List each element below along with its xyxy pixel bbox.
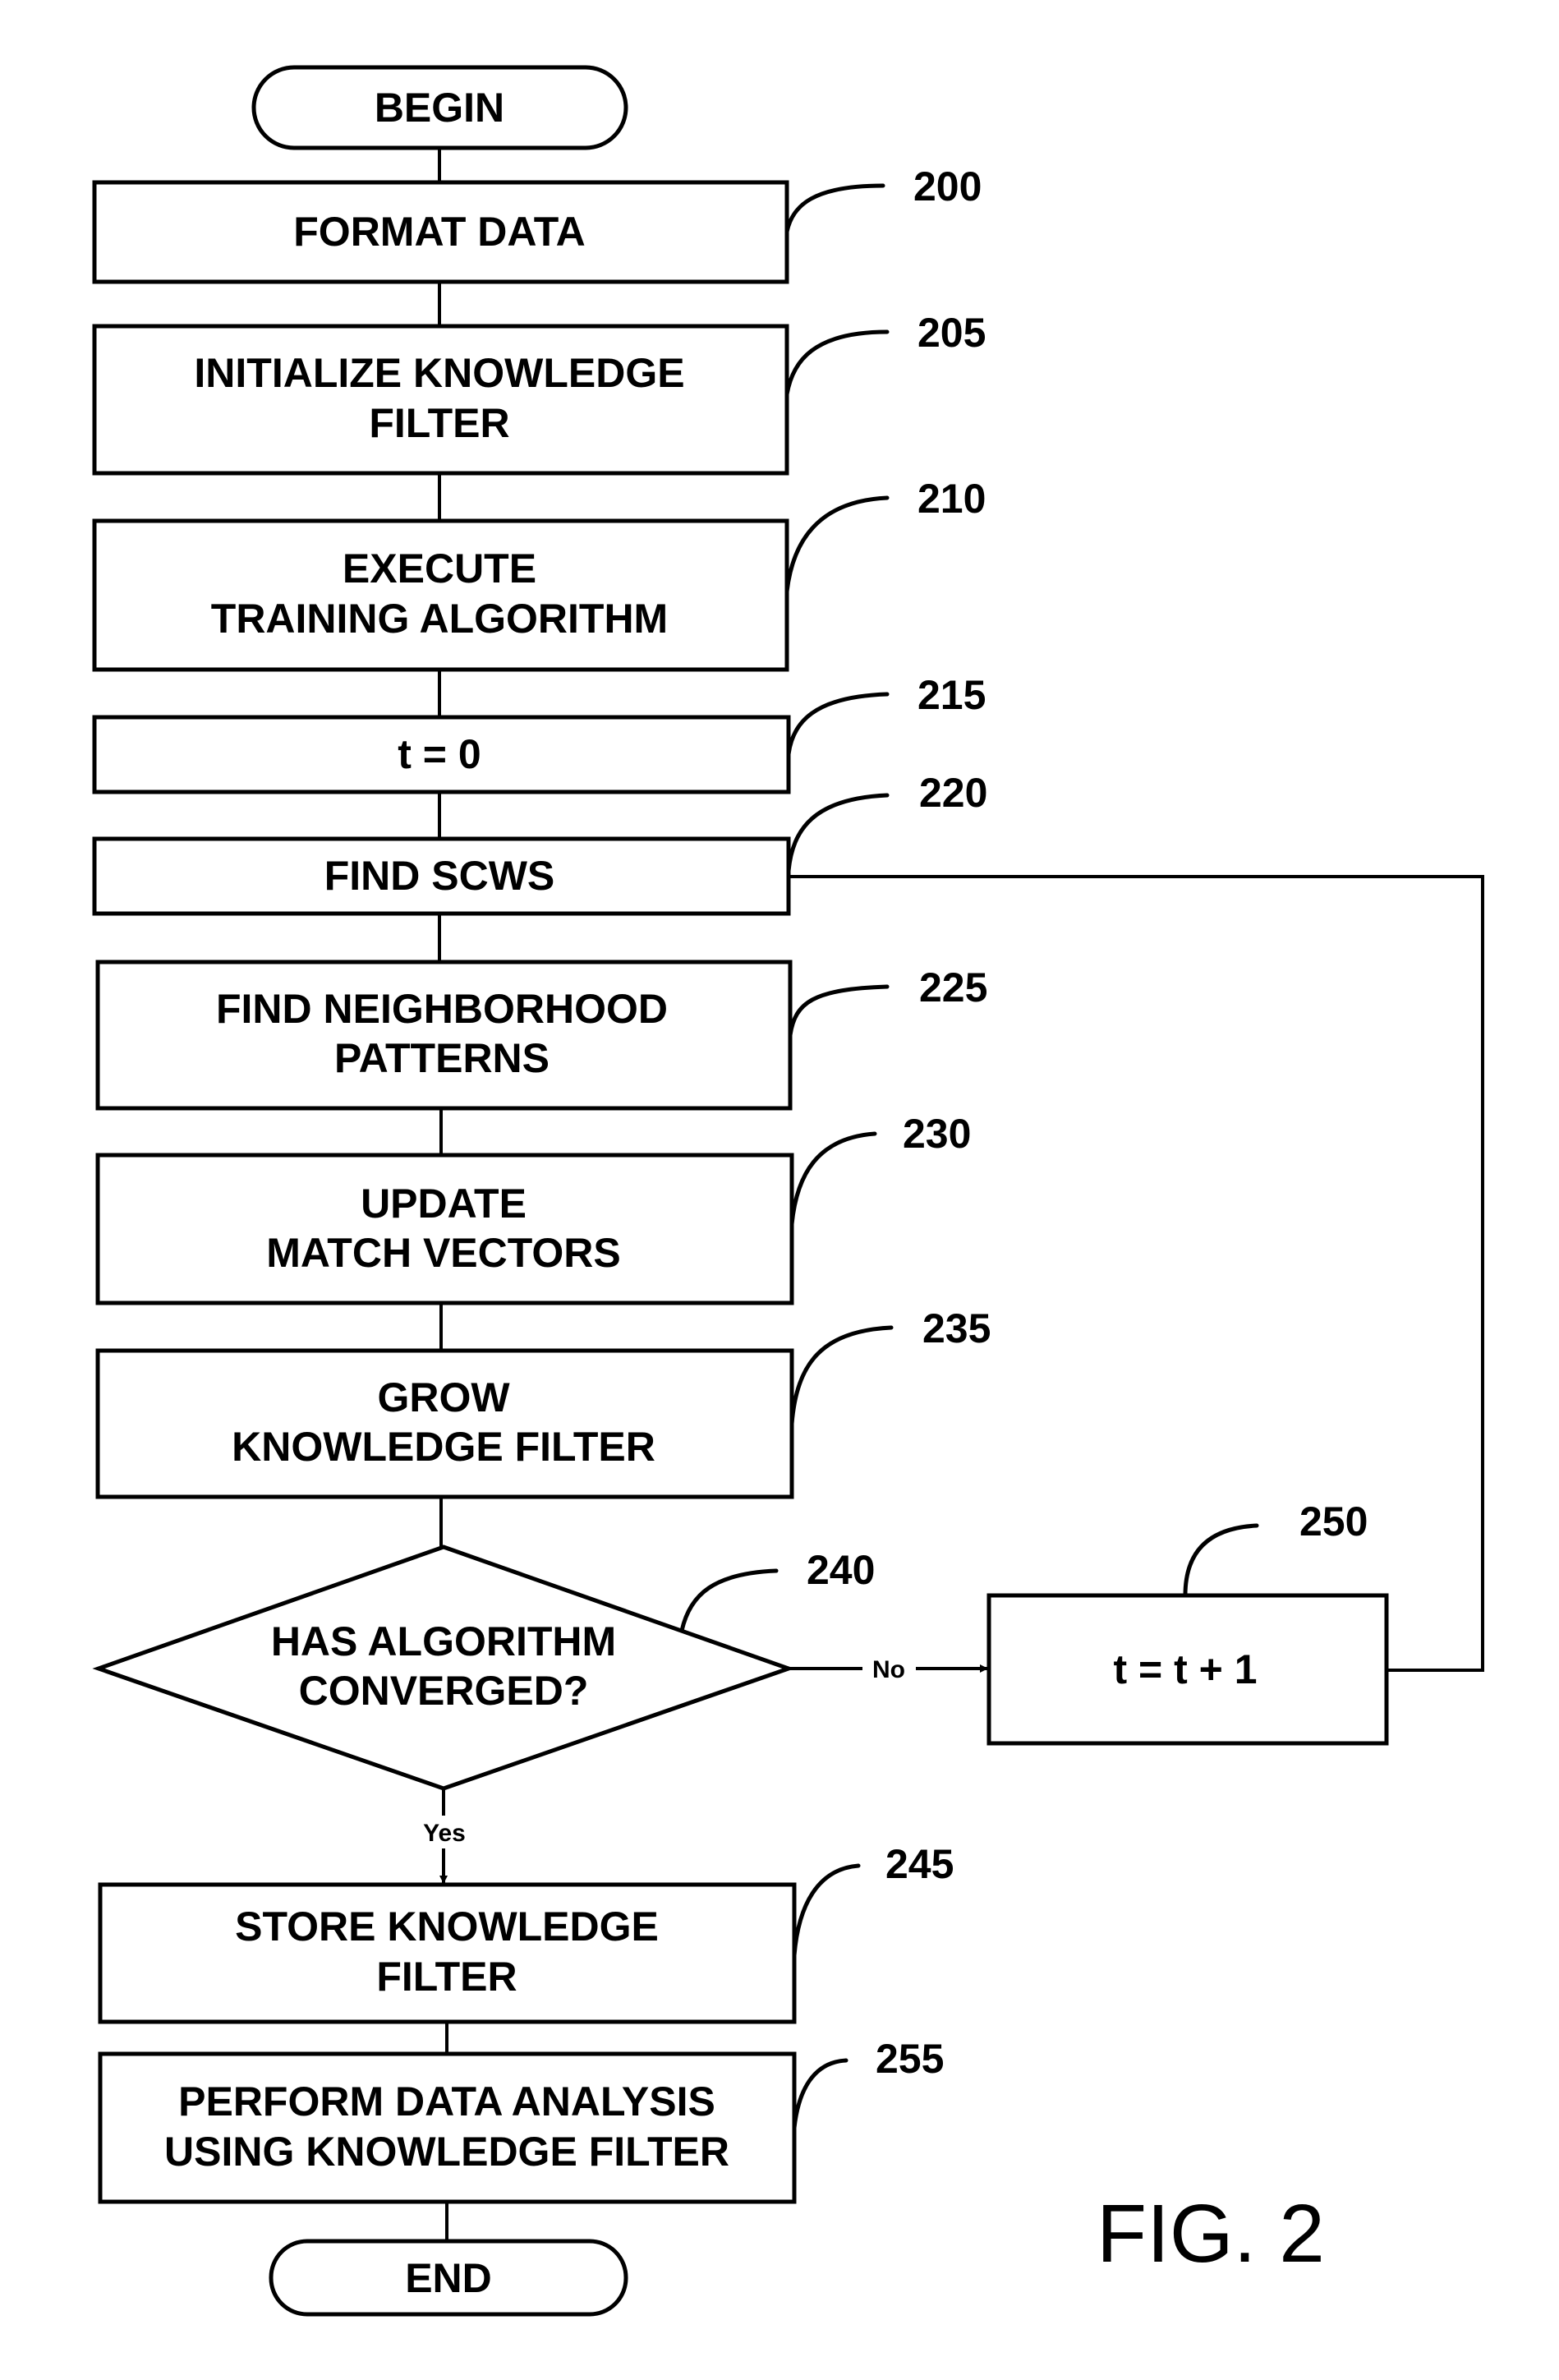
begin-terminal: BEGIN bbox=[251, 65, 628, 150]
begin-label: BEGIN bbox=[375, 85, 504, 131]
ref-255: 255 bbox=[876, 2036, 944, 2082]
process-205-line-1: INITIALIZE KNOWLEDGE bbox=[194, 350, 684, 396]
process-215-line-1: t = 0 bbox=[398, 731, 481, 777]
ref-205: 205 bbox=[917, 310, 986, 356]
process-230-line-2: MATCH VECTORS bbox=[266, 1230, 621, 1276]
leader-220 bbox=[786, 793, 890, 873]
leader-210 bbox=[784, 495, 890, 594]
process-210: EXECUTE TRAINING ALGORITHM bbox=[92, 518, 789, 672]
ref-245: 245 bbox=[885, 1841, 954, 1887]
process-245: STORE KNOWLEDGE FILTER bbox=[98, 1882, 797, 2024]
end-terminal: END bbox=[269, 2239, 628, 2317]
leader-240 bbox=[679, 1568, 779, 1633]
process-255-line-1: PERFORM DATA ANALYSIS bbox=[178, 2078, 715, 2125]
ref-225: 225 bbox=[919, 964, 987, 1010]
process-255-line-2: USING KNOWLEDGE FILTER bbox=[164, 2129, 729, 2175]
process-250: t = t + 1 bbox=[986, 1593, 1389, 1746]
leader-205 bbox=[784, 329, 890, 397]
process-235-line-2: KNOWLEDGE FILTER bbox=[232, 1424, 655, 1470]
ref-210: 210 bbox=[917, 476, 986, 522]
process-210-line-1: EXECUTE bbox=[343, 546, 536, 592]
decision-240-line-2: CONVERGED? bbox=[299, 1668, 589, 1714]
end-label: END bbox=[405, 2255, 492, 2301]
decision-240-line-1: HAS ALGORITHM bbox=[271, 1618, 616, 1664]
process-200-line-1: FORMAT DATA bbox=[293, 209, 585, 255]
process-215: t = 0 bbox=[92, 715, 791, 794]
process-245-line-1: STORE KNOWLEDGE bbox=[235, 1904, 659, 1950]
decision-240: HAS ALGORITHM CONVERGED? bbox=[92, 1544, 795, 1791]
process-245-line-2: FILTER bbox=[376, 1954, 517, 2000]
leader-255 bbox=[792, 2058, 848, 2130]
process-205-line-2: FILTER bbox=[369, 400, 509, 446]
ref-200: 200 bbox=[913, 163, 982, 209]
process-235: GROW KNOWLEDGE FILTER bbox=[95, 1348, 794, 1499]
edge-label-yes: Yes bbox=[423, 1820, 466, 1847]
ref-235: 235 bbox=[922, 1305, 991, 1351]
process-250-line-1: t = t + 1 bbox=[1113, 1646, 1257, 1692]
leader-200 bbox=[784, 183, 885, 234]
reference-numerals: 200 205 210 215 220 225 230 235 240 250 … bbox=[807, 163, 1368, 2082]
process-230-line-1: UPDATE bbox=[361, 1181, 527, 1227]
flowchart: BEGIN FORMAT DATA INITIALIZE KNOWLEDGE F… bbox=[92, 65, 1484, 2317]
process-210-line-2: TRAINING ALGORITHM bbox=[211, 596, 668, 642]
process-230: UPDATE MATCH VECTORS bbox=[95, 1153, 794, 1305]
process-205: INITIALIZE KNOWLEDGE FILTER bbox=[92, 324, 789, 476]
leader-215 bbox=[786, 692, 890, 757]
process-220-line-1: FIND SCWS bbox=[324, 853, 555, 899]
ref-230: 230 bbox=[903, 1111, 971, 1157]
ref-220: 220 bbox=[919, 770, 987, 816]
leader-225 bbox=[788, 984, 890, 1038]
process-225-line-2: PATTERNS bbox=[334, 1035, 550, 1081]
leader-245 bbox=[792, 1863, 861, 1958]
process-200: FORMAT DATA bbox=[92, 180, 789, 284]
leader-230 bbox=[789, 1131, 877, 1227]
leader-250 bbox=[1183, 1523, 1259, 1598]
ref-215: 215 bbox=[917, 672, 986, 718]
process-255: PERFORM DATA ANALYSIS USING KNOWLEDGE FI… bbox=[98, 2051, 797, 2204]
ref-250: 250 bbox=[1299, 1498, 1368, 1544]
process-225: FIND NEIGHBORHOOD PATTERNS bbox=[95, 960, 793, 1111]
process-235-line-1: GROW bbox=[377, 1374, 510, 1420]
process-225-line-1: FIND NEIGHBORHOOD bbox=[216, 986, 668, 1032]
leader-235 bbox=[789, 1325, 894, 1426]
figure-caption: FIG. 2 bbox=[1097, 2188, 1325, 2280]
loop-back-250-220 bbox=[789, 875, 1484, 1672]
process-220: FIND SCWS bbox=[92, 836, 791, 916]
ref-240: 240 bbox=[807, 1547, 875, 1593]
edge-label-no: No bbox=[872, 1656, 905, 1683]
